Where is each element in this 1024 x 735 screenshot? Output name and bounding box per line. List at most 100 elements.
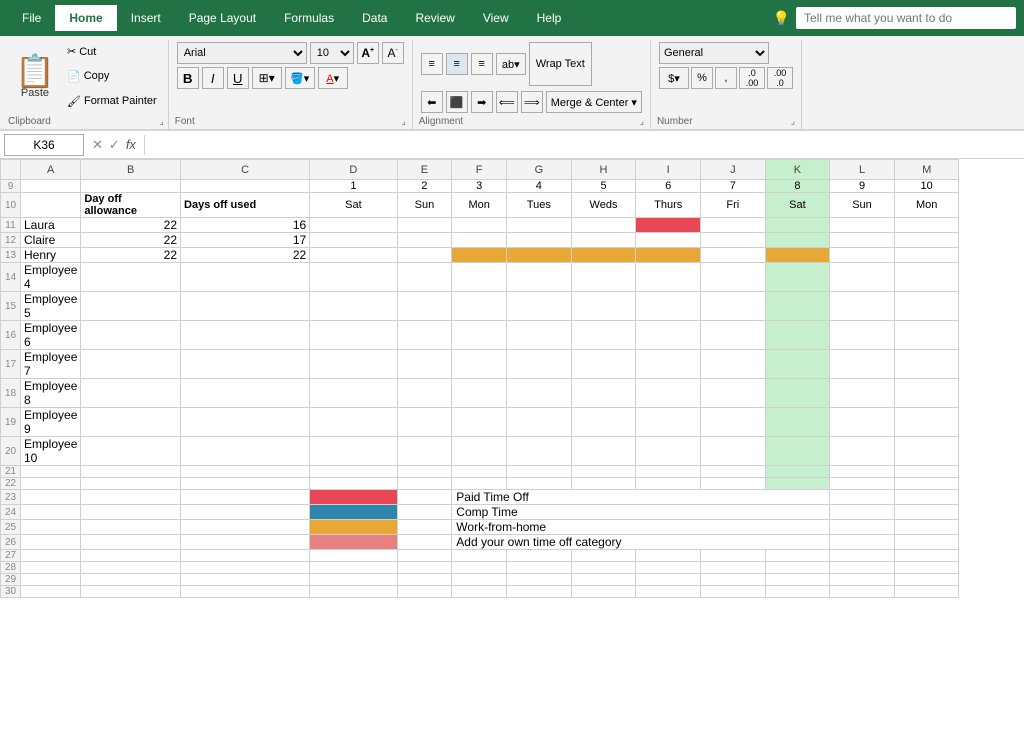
indent-decrease-button[interactable]: ⟸ — [496, 91, 518, 113]
cell-m13[interactable] — [894, 248, 959, 263]
col-header-g[interactable]: G — [507, 160, 572, 180]
indent-increase-button[interactable]: ⟹ — [521, 91, 543, 113]
tab-home[interactable]: Home — [55, 5, 116, 31]
align-bottom-center-button[interactable]: ⬛ — [446, 91, 468, 113]
tab-formulas[interactable]: Formulas — [270, 5, 348, 31]
tab-insert[interactable]: Insert — [117, 5, 175, 31]
cell-j13[interactable] — [701, 248, 766, 263]
col-header-c[interactable]: C — [181, 160, 310, 180]
cell-h12[interactable] — [571, 233, 636, 248]
cell-k13[interactable] — [765, 248, 830, 263]
cut-button[interactable]: ✂ Cut — [62, 42, 162, 61]
cell-i11[interactable] — [636, 218, 701, 233]
cell-h13[interactable] — [571, 248, 636, 263]
cell-b11[interactable]: 22 — [81, 218, 181, 233]
formula-confirm-icon[interactable]: ✓ — [109, 137, 120, 153]
cell-c10[interactable]: Days off used — [181, 193, 310, 218]
col-header-f[interactable]: F — [452, 160, 507, 180]
align-bottom-right-button[interactable]: ➡ — [471, 91, 493, 113]
cell-j12[interactable] — [701, 233, 766, 248]
wrap-text-button[interactable]: Wrap Text — [529, 42, 592, 86]
legend-wfh-color[interactable] — [310, 520, 397, 535]
cell-b9[interactable] — [81, 180, 181, 193]
tab-data[interactable]: Data — [348, 5, 401, 31]
legend-comp-color[interactable] — [310, 505, 397, 520]
alignment-dialog-launcher[interactable]: ⌟ — [640, 116, 644, 127]
legend-pto-color[interactable] — [310, 490, 397, 505]
tab-page-layout[interactable]: Page Layout — [175, 5, 270, 31]
tab-view[interactable]: View — [469, 5, 523, 31]
underline-button[interactable]: U — [227, 67, 249, 89]
col-header-a[interactable]: A — [21, 160, 81, 180]
tab-file[interactable]: File — [8, 5, 55, 31]
align-top-left-button[interactable]: ≡ — [421, 53, 443, 75]
legend-custom-label[interactable]: Add your own time off category — [452, 535, 830, 550]
legend-custom-color[interactable] — [310, 535, 397, 550]
borders-button[interactable]: ⊞▾ — [252, 67, 282, 89]
cell-b13[interactable]: 22 — [81, 248, 181, 263]
cell-f13[interactable] — [452, 248, 507, 263]
cell-l12[interactable] — [830, 233, 895, 248]
increase-decimal-button[interactable]: .0.00 — [739, 67, 765, 89]
cell-m12[interactable] — [894, 233, 959, 248]
cell-a11[interactable]: Laura — [21, 218, 81, 233]
format-painter-button[interactable]: 🖌 Format Painter — [62, 92, 162, 111]
cell-l11[interactable] — [830, 218, 895, 233]
cell-g11[interactable] — [507, 218, 572, 233]
increase-font-button[interactable]: A+ — [357, 42, 379, 64]
cell-g12[interactable] — [507, 233, 572, 248]
cell-m11[interactable] — [894, 218, 959, 233]
cell-d12[interactable] — [310, 233, 397, 248]
col-header-j[interactable]: J — [701, 160, 766, 180]
paste-button[interactable]: 📋 Paste — [10, 40, 60, 113]
cell-f12[interactable] — [452, 233, 507, 248]
cell-i13[interactable] — [636, 248, 701, 263]
cell-l13[interactable] — [830, 248, 895, 263]
col-header-h[interactable]: H — [571, 160, 636, 180]
fill-color-button[interactable]: 🪣▾ — [285, 67, 315, 89]
col-header-b[interactable]: B — [81, 160, 181, 180]
decrease-decimal-button[interactable]: .00.0 — [767, 67, 793, 89]
cell-c12[interactable]: 17 — [181, 233, 310, 248]
orientation-button[interactable]: ab▾ — [496, 53, 526, 75]
fx-icon[interactable]: fx — [126, 137, 136, 152]
cell-h11[interactable] — [571, 218, 636, 233]
cell-k12[interactable] — [765, 233, 830, 248]
cell-c13[interactable]: 22 — [181, 248, 310, 263]
cell-b12[interactable]: 22 — [81, 233, 181, 248]
formula-input[interactable] — [149, 131, 1024, 158]
italic-button[interactable]: I — [202, 67, 224, 89]
legend-pto-label[interactable]: Paid Time Off — [452, 490, 830, 505]
col-header-e[interactable]: E — [397, 160, 452, 180]
clipboard-dialog-launcher[interactable]: ⌟ — [160, 116, 164, 127]
number-dialog-launcher[interactable]: ⌟ — [791, 116, 795, 127]
percent-button[interactable]: % — [691, 67, 713, 89]
cell-d11[interactable] — [310, 218, 397, 233]
cell-a13[interactable]: Henry — [21, 248, 81, 263]
cell-i12[interactable] — [636, 233, 701, 248]
cell-c11[interactable]: 16 — [181, 218, 310, 233]
align-bottom-left-button[interactable]: ⬅ — [421, 91, 443, 113]
cell-e12[interactable] — [397, 233, 452, 248]
number-format-select[interactable]: General — [659, 42, 769, 64]
cell-e13[interactable] — [397, 248, 452, 263]
legend-wfh-label[interactable]: Work-from-home — [452, 520, 830, 535]
tell-me-input[interactable] — [796, 7, 1016, 29]
formula-cancel-icon[interactable]: ✕ — [92, 137, 103, 153]
cell-e11[interactable] — [397, 218, 452, 233]
cell-c9[interactable] — [181, 180, 310, 193]
cell-g13[interactable] — [507, 248, 572, 263]
cell-k11[interactable] — [765, 218, 830, 233]
cell-a9[interactable] — [21, 180, 81, 193]
legend-comp-label[interactable]: Comp Time — [452, 505, 830, 520]
align-top-center-button[interactable]: ≡ — [446, 53, 468, 75]
col-header-l[interactable]: L — [830, 160, 895, 180]
align-top-right-button[interactable]: ≡ — [471, 53, 493, 75]
merge-center-button[interactable]: Merge & Center ▾ — [546, 91, 642, 113]
col-header-i[interactable]: I — [636, 160, 701, 180]
comma-button[interactable]: , — [715, 67, 737, 89]
cell-b10[interactable]: Day off allowance — [81, 193, 181, 218]
cell-d13[interactable] — [310, 248, 397, 263]
font-dialog-launcher[interactable]: ⌟ — [402, 116, 406, 127]
font-size-select[interactable]: 10 — [310, 42, 354, 64]
